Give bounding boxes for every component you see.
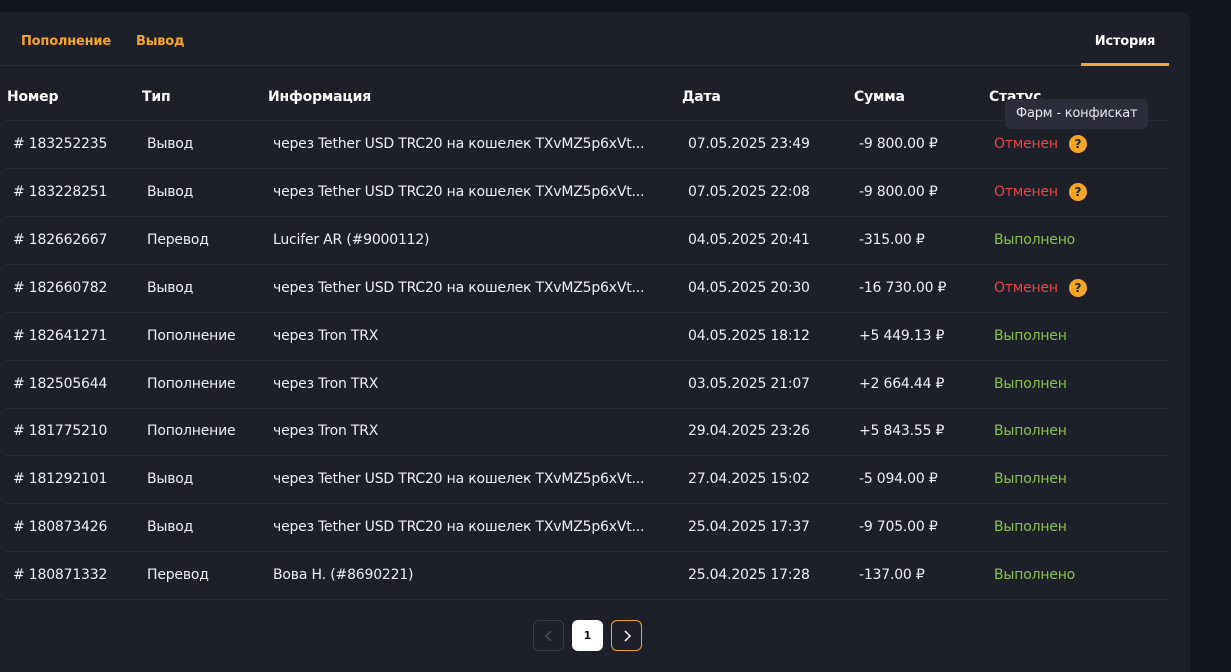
table-row: # 182660782 Вывод через Tether USD TRC20 н… — [6, 265, 1168, 313]
table-row: # 183228251 Вывод через Tether USD TRC20 н… — [6, 169, 1168, 217]
transaction-number: # 182641271 — [13, 327, 108, 344]
transaction-sum: -9 800.00 ₽ — [859, 136, 938, 152]
transaction-status: Выполнен — [994, 375, 1067, 392]
table-row: # 181775210 Пополнение через Tron TRX 29.04… — [6, 408, 1168, 457]
question-icon[interactable]: ? — [1069, 182, 1087, 201]
transaction-number: # 183252235 — [13, 136, 108, 152]
transaction-sum: -315.00 ₽ — [859, 231, 925, 248]
transaction-status: Выполнено — [994, 567, 1076, 584]
question-icon[interactable]: ? — [1069, 278, 1087, 297]
transaction-type: Вывод — [147, 471, 194, 488]
table-row: # 180873426 Вывод через Tether USD TRC20 н… — [6, 504, 1168, 553]
transaction-info: через Tether USD TRC20 на кошелек TXvMZ5… — [273, 136, 645, 152]
transaction-sum: -9 800.00 ₽ — [859, 183, 938, 200]
transaction-status: Выполнен — [994, 519, 1067, 536]
transaction-info: через Tron TRX — [273, 327, 379, 344]
transaction-info: через Tron TRX — [273, 423, 379, 440]
table-header: Номер Тип Информация Дата Сумма Статус — [6, 66, 1168, 121]
chevron-right-icon — [624, 630, 632, 642]
transaction-type: Пополнение — [147, 327, 236, 344]
transaction-status: Отменен — [994, 183, 1058, 200]
tab-bar: Пополнение Вывод История — [0, 12, 1169, 66]
table-row: # 182505644 Пополнение через Tron TRX 03.05… — [6, 361, 1168, 409]
transaction-date: 04.05.2025 18:12 — [688, 327, 810, 344]
question-icon[interactable]: ? — [1069, 135, 1087, 153]
transaction-number: # 183228251 — [13, 183, 108, 200]
transaction-number: # 180871332 — [13, 567, 108, 584]
transaction-status: Отменен — [994, 279, 1058, 296]
header-sum: Сумма — [854, 89, 905, 105]
transaction-date: 25.04.2025 17:28 — [688, 567, 810, 584]
transaction-info: через Tether USD TRC20 на кошелек TXvMZ5… — [273, 183, 645, 200]
transaction-type: Пополнение — [147, 423, 236, 440]
transaction-date: 27.04.2025 15:02 — [688, 471, 810, 488]
tab-history[interactable]: История — [1081, 34, 1169, 66]
status-tooltip: Фарм - конфискат — [1005, 99, 1149, 129]
transaction-number: # 181775210 — [13, 423, 108, 440]
transaction-sum: -9 705.00 ₽ — [859, 519, 938, 536]
transaction-number: # 181292101 — [13, 471, 108, 488]
chevron-left-icon — [544, 630, 552, 642]
tab-deposit[interactable]: Пополнение — [21, 34, 111, 49]
transaction-info: Lucifer AR (#9000112) — [273, 231, 430, 248]
transaction-status: Выполнен — [994, 327, 1067, 344]
transaction-sum: -5 094.00 ₽ — [859, 471, 938, 488]
transaction-type: Перевод — [147, 567, 209, 584]
transaction-date: 29.04.2025 23:26 — [688, 423, 810, 440]
transaction-sum: +2 664.44 ₽ — [859, 375, 945, 392]
transaction-status: Выполнен — [994, 471, 1067, 488]
transaction-type: Вывод — [147, 136, 194, 152]
transaction-type: Пополнение — [147, 375, 236, 392]
header-info: Информация — [268, 89, 371, 105]
transaction-date: 04.05.2025 20:41 — [688, 231, 810, 248]
header-date: Дата — [682, 89, 721, 105]
table-row: # 182662667 Перевод Lucifer AR (#9000112) 0… — [6, 217, 1168, 265]
transaction-number: # 182660782 — [13, 279, 108, 296]
transaction-status: Выполнено — [994, 231, 1076, 248]
transaction-info: через Tron TRX — [273, 375, 379, 392]
transaction-type: Вывод — [147, 279, 194, 296]
next-page-button[interactable] — [611, 620, 642, 651]
transaction-date: 07.05.2025 22:08 — [688, 183, 810, 200]
transaction-type: Вывод — [147, 183, 194, 200]
table-row: # 180871332 Перевод Вова Н. (#8690221) 25.0… — [6, 552, 1168, 601]
transaction-info: через Tether USD TRC20 на кошелек TXvMZ5… — [273, 471, 645, 488]
transaction-sum: -137.00 ₽ — [859, 567, 925, 584]
table-row: # 183252235 Вывод через Tether USD TRC20 н… — [6, 121, 1168, 169]
transaction-sum: -16 730.00 ₽ — [859, 279, 947, 296]
transaction-status: Выполнен — [994, 423, 1067, 440]
tab-withdraw[interactable]: Вывод — [136, 34, 185, 49]
header-type: Тип — [142, 89, 171, 105]
page-button-current[interactable]: 1 — [572, 620, 603, 651]
transaction-status: Отменен — [994, 136, 1058, 152]
transaction-sum: +5 449.13 ₽ — [859, 327, 945, 344]
transaction-date: 03.05.2025 21:07 — [688, 375, 810, 392]
transaction-type: Перевод — [147, 231, 209, 248]
transaction-info: Вова Н. (#8690221) — [273, 567, 414, 584]
transaction-number: # 182662667 — [13, 231, 108, 248]
transaction-sum: +5 843.55 ₽ — [859, 423, 945, 440]
header-number: Номер — [7, 89, 59, 105]
transaction-number: # 182505644 — [13, 375, 108, 392]
prev-page-button[interactable] — [533, 620, 564, 651]
transaction-date: 04.05.2025 20:30 — [688, 279, 810, 296]
transaction-date: 07.05.2025 23:49 — [688, 136, 810, 152]
transaction-info: через Tether USD TRC20 на кошелек TXvMZ5… — [273, 279, 645, 296]
transaction-number: # 180873426 — [13, 519, 108, 536]
transaction-info: через Tether USD TRC20 на кошелек TXvMZ5… — [273, 519, 645, 536]
transaction-type: Вывод — [147, 519, 194, 536]
table-row: # 182641271 Пополнение через Tron TRX 04.05… — [6, 313, 1168, 361]
table-row: # 181292101 Вывод через Tether USD TRC20 н… — [6, 456, 1168, 505]
transaction-date: 25.04.2025 17:37 — [688, 519, 810, 536]
